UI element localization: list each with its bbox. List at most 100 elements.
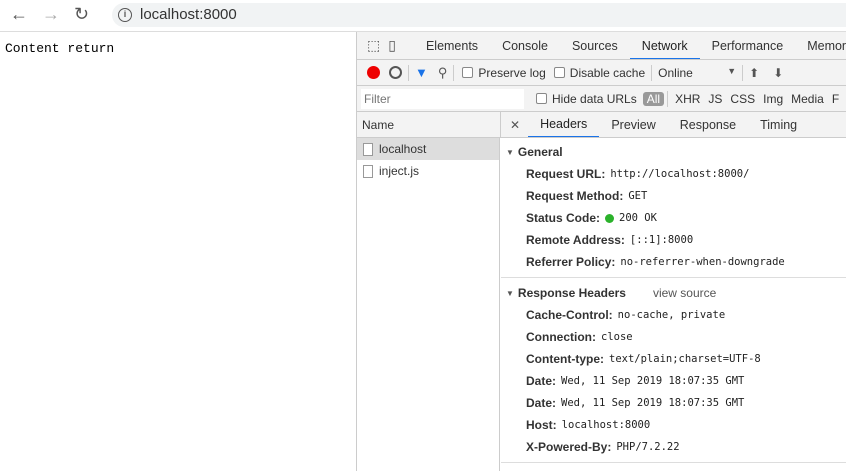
hide-data-urls-label: Hide data URLs	[552, 91, 637, 106]
tab-headers[interactable]: Headers	[528, 112, 600, 137]
url-text: localhost:8000	[140, 6, 237, 23]
header-value: localhost:8000	[561, 419, 651, 431]
request-item-inject-js[interactable]: inject.js	[357, 160, 499, 182]
tab-sources[interactable]: Sources	[560, 32, 630, 59]
header-key: Request URL:	[526, 167, 606, 181]
header-value: http://localhost:8000/	[610, 168, 750, 180]
header-key: Date:	[526, 396, 557, 410]
disable-cache-checkbox[interactable]	[553, 67, 565, 78]
header-value: PHP/7.2.22	[616, 441, 680, 453]
chevron-down-icon: ▼	[727, 65, 737, 76]
tab-elements[interactable]: Elements	[414, 32, 490, 59]
header-row: Status Code: 200 OK	[501, 207, 846, 229]
header-key: Date:	[526, 374, 557, 388]
tab-console[interactable]: Console	[490, 32, 560, 59]
header-row: Request URL: http://localhost:8000/	[501, 163, 846, 185]
header-row: Date: Wed, 11 Sep 2019 18:07:35 GMT	[501, 392, 846, 414]
tab-preview[interactable]: Preview	[599, 112, 667, 137]
document-icon	[363, 142, 373, 156]
filter-icon[interactable]: ▼	[415, 65, 428, 80]
tab-performance[interactable]: Performance	[700, 32, 796, 59]
record-icon[interactable]	[367, 66, 380, 79]
export-har-icon[interactable]: ⬇	[773, 66, 783, 80]
header-row: Date: Wed, 11 Sep 2019 18:07:35 GMT	[501, 370, 846, 392]
header-key: Content-type:	[526, 352, 604, 366]
filter-type-css[interactable]: CSS	[726, 92, 759, 106]
document-icon	[363, 164, 373, 178]
inspect-element-icon[interactable]: ⬚	[367, 37, 380, 54]
device-toolbar-icon[interactable]: ▯	[388, 37, 396, 54]
tab-response[interactable]: Response	[668, 112, 748, 137]
header-key: Remote Address:	[526, 233, 625, 247]
hide-data-urls-checkbox[interactable]	[536, 93, 547, 104]
search-icon[interactable]: ⚲	[438, 65, 448, 81]
header-row: Host: localhost:8000	[501, 414, 846, 436]
request-name: inject.js	[379, 164, 420, 178]
header-value: GET	[628, 190, 648, 202]
section-title: General	[517, 145, 563, 159]
clear-icon[interactable]	[389, 66, 402, 79]
reload-icon[interactable]: ↻	[74, 4, 89, 25]
request-name: localhost	[379, 142, 427, 156]
header-value: no-referrer-when-downgrade	[620, 256, 785, 268]
header-row: Connection: close	[501, 326, 846, 348]
header-value: Wed, 11 Sep 2019 18:07:35 GMT	[561, 397, 745, 409]
section-title: Response Headers	[517, 286, 626, 300]
general-section-toggle[interactable]: ▼ General	[501, 141, 846, 163]
tab-timing[interactable]: Timing	[748, 112, 809, 137]
response-headers-section-toggle[interactable]: ▼ Response Headers view source	[501, 282, 846, 304]
header-row: Request Method: GET	[501, 185, 846, 207]
header-row: Cache-Control: no-cache, private	[501, 304, 846, 326]
header-value: Wed, 11 Sep 2019 18:07:35 GMT	[561, 375, 745, 387]
filter-type-media[interactable]: Media	[787, 92, 828, 106]
filter-type-img[interactable]: Img	[759, 92, 787, 106]
header-value: 200 OK	[619, 212, 657, 224]
page-text: Content return	[5, 41, 115, 56]
header-row: Content-type: text/plain;charset=UTF-8	[501, 348, 846, 370]
address-bar[interactable]: i localhost:8000	[112, 3, 846, 27]
header-key: Cache-Control:	[526, 308, 613, 322]
request-item-localhost[interactable]: localhost	[357, 138, 499, 160]
header-key: Request Method:	[526, 189, 624, 203]
devtools-tabbar: ⬚ ▯ Elements Console Sources Network Per…	[357, 32, 846, 60]
header-value: text/plain;charset=UTF-8	[609, 353, 761, 365]
preserve-log-checkbox[interactable]	[462, 67, 474, 78]
view-source-link[interactable]: view source	[653, 286, 716, 300]
triangle-down-icon: ▼	[506, 288, 514, 298]
name-column-header[interactable]: Name	[357, 112, 501, 137]
header-row: Remote Address: [::1]:8000	[501, 229, 846, 251]
header-key: Host:	[526, 418, 557, 432]
filter-bar: Hide data URLs All XHR JS CSS Img Media …	[357, 86, 846, 112]
header-key: Status Code:	[526, 211, 601, 225]
header-value: close	[601, 331, 633, 343]
header-row: X-Powered-By: PHP/7.2.22	[501, 436, 846, 458]
filter-input[interactable]	[361, 88, 524, 109]
forward-arrow-icon[interactable]: →	[42, 4, 60, 25]
filter-type-all[interactable]: All	[642, 91, 665, 106]
browser-toolbar: ← → ↻ i localhost:8000	[0, 0, 846, 32]
headers-detail: ▼ General Request URL: http://localhost:80…	[501, 138, 846, 471]
header-row: Referrer Policy: no-referrer-when-downgra…	[501, 251, 846, 273]
info-icon[interactable]: i	[118, 8, 132, 22]
network-toolbar: ▼ ⚲ Preserve log Disable cache Online ▼ ⬆…	[357, 60, 846, 86]
header-key: Referrer Policy:	[526, 255, 616, 269]
close-icon[interactable]: ✕	[510, 118, 520, 132]
preserve-log-label: Preserve log	[478, 65, 546, 80]
back-arrow-icon[interactable]: ←	[10, 4, 28, 25]
panel-header: Name ✕ Headers Preview Response Timing	[357, 112, 846, 138]
request-list: localhost inject.js	[357, 138, 500, 471]
tab-network[interactable]: Network	[629, 32, 700, 59]
filter-type-js[interactable]: JS	[704, 92, 726, 106]
page-content: Content return	[0, 32, 356, 471]
disable-cache-label: Disable cache	[569, 65, 646, 80]
throttle-select[interactable]: Online ▼	[658, 66, 736, 80]
throttle-value: Online	[658, 65, 693, 80]
import-har-icon[interactable]: ⬆	[749, 66, 759, 80]
devtools-panel: ⬚ ▯ Elements Console Sources Network Per…	[356, 32, 846, 471]
tab-memory[interactable]: Memor	[795, 32, 846, 59]
filter-type-font[interactable]: F	[828, 92, 843, 106]
header-key: Connection:	[526, 330, 596, 344]
filter-type-xhr[interactable]: XHR	[671, 92, 704, 106]
header-value: no-cache, private	[617, 309, 726, 321]
triangle-down-icon: ▼	[506, 147, 514, 157]
